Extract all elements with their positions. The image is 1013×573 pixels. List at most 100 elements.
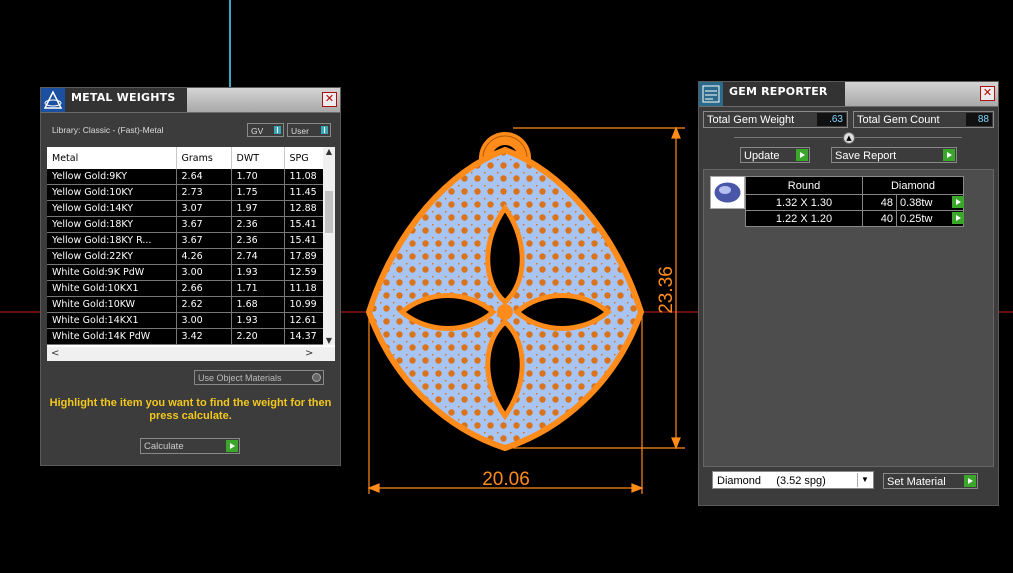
- play-icon[interactable]: [952, 212, 964, 224]
- user-label: User: [291, 126, 309, 136]
- table-cell: White Gold:14K PdW: [47, 328, 177, 345]
- scroll-up-icon[interactable]: ▲: [323, 147, 335, 156]
- total-gem-count-field: Total Gem Count 88: [853, 111, 994, 128]
- column-header[interactable]: DWT: [231, 147, 285, 169]
- table-cell: 3.42: [176, 328, 232, 345]
- table-row[interactable]: White Gold:10KX1 2.66 1.71 11.18: [47, 280, 324, 297]
- total-gem-weight-field: Total Gem Weight .63: [703, 111, 848, 128]
- material-select-value: Diamond (3.52 spg): [717, 475, 826, 487]
- use-object-materials-toggle[interactable]: Use Object Materials: [194, 370, 324, 385]
- gv-label: GV: [251, 126, 264, 136]
- table-cell: White Gold:9K PdW: [47, 264, 177, 281]
- play-icon: [943, 149, 955, 161]
- gem-material-header: Diamond: [862, 176, 964, 195]
- pendant-body: [365, 146, 645, 452]
- table-row[interactable]: White Gold:14K PdW 3.42 2.20 14.37: [47, 328, 324, 345]
- gem-reporter-title: GEM REPORTER: [729, 85, 828, 98]
- set-material-label: Set Material: [887, 476, 946, 488]
- save-report-button[interactable]: Save Report: [831, 147, 957, 163]
- gem-size: 1.32 X 1.30: [745, 194, 863, 211]
- table-row[interactable]: Yellow Gold:14KY 3.07 1.97 12.88: [47, 200, 324, 217]
- gem-reporter-panel: GEM REPORTER ✕ Total Gem Weight .63 Tota…: [698, 81, 999, 506]
- table-cell: White Gold:10KX1: [47, 280, 177, 297]
- save-report-label: Save Report: [835, 150, 897, 162]
- gv-toggle[interactable]: GV: [247, 123, 284, 137]
- scroll-down-icon[interactable]: ▼: [323, 336, 335, 345]
- table-cell: 1.71: [231, 280, 285, 297]
- scroll-right-icon[interactable]: >: [305, 348, 313, 359]
- table-cell: 1.93: [231, 312, 285, 329]
- column-header[interactable]: Grams: [176, 147, 232, 169]
- table-cell: 2.20: [231, 328, 285, 345]
- height-dimension-label: 23.36: [656, 266, 677, 314]
- metal-grid: Metal Grams DWT SPG Yellow Gold:9KY 2.64 1.70…: [47, 147, 324, 345]
- table-cell: 1.70: [231, 169, 285, 185]
- play-icon: [964, 475, 976, 487]
- table-row[interactable]: Yellow Gold:18KY 3.67 2.36 15.41: [47, 216, 324, 233]
- column-header[interactable]: SPG: [284, 147, 324, 169]
- calculate-label: Calculate: [144, 441, 184, 452]
- scroll-thumb[interactable]: [325, 191, 333, 233]
- table-row[interactable]: White Gold:14KX1 3.00 1.93 12.61: [47, 312, 324, 329]
- gem-weight: 0.25tw: [900, 212, 933, 225]
- total-gem-weight-value: .63: [817, 113, 846, 126]
- play-icon: [226, 440, 238, 452]
- table-cell: 3.07: [176, 200, 232, 217]
- table-cell: Yellow Gold:22KY: [47, 248, 177, 265]
- table-cell: Yellow Gold:14KY: [47, 200, 177, 217]
- table-cell: 3.67: [176, 232, 232, 249]
- metal-table-hscroll[interactable]: < >: [47, 347, 335, 361]
- metal-weights-titlebar[interactable]: METAL WEIGHTS ✕: [41, 88, 340, 113]
- use-object-materials-label: Use Object Materials: [198, 373, 282, 383]
- table-row[interactable]: Yellow Gold:18KY R... 3.67 2.36 15.41: [47, 232, 324, 249]
- round-gem-icon[interactable]: [710, 176, 745, 209]
- table-cell: 1.93: [231, 264, 285, 281]
- metal-table-vscroll[interactable]: ▲ ▼: [323, 147, 335, 345]
- table-cell: Yellow Gold:18KY: [47, 216, 177, 233]
- gem-weight-cell: 0.25tw: [896, 210, 964, 227]
- radio-icon: [312, 373, 321, 382]
- scroll-left-icon[interactable]: <: [51, 348, 59, 359]
- gem-count: 48: [862, 194, 897, 211]
- table-cell: 12.88: [284, 200, 324, 217]
- table-cell: 1.97: [231, 200, 285, 217]
- close-icon[interactable]: ✕: [980, 86, 995, 101]
- user-toggle[interactable]: User: [287, 123, 331, 137]
- table-cell: 2.62: [176, 296, 232, 313]
- metal-weights-icon: [41, 88, 65, 112]
- table-cell: 17.89: [284, 248, 324, 265]
- gem-list[interactable]: Round Diamond 1.32 X 1.30 48 0.38tw 1.22 X …: [703, 169, 994, 467]
- metal-table[interactable]: Metal Grams DWT SPG Yellow Gold:9KY 2.64 1.70…: [47, 147, 335, 361]
- gem-row[interactable]: 1.22 X 1.20 40 0.25tw: [745, 210, 964, 227]
- table-cell: 2.73: [176, 184, 232, 201]
- gem-reporter-titlebar[interactable]: GEM REPORTER ✕: [699, 82, 998, 107]
- close-icon[interactable]: ✕: [322, 92, 337, 107]
- play-icon[interactable]: [952, 196, 964, 208]
- table-cell: 4.26: [176, 248, 232, 265]
- table-cell: 2.36: [231, 232, 285, 249]
- table-row[interactable]: Yellow Gold:9KY 2.64 1.70 11.08: [47, 169, 324, 185]
- table-cell: 10.99: [284, 296, 324, 313]
- collapse-up-icon[interactable]: ▲: [843, 132, 855, 144]
- table-row[interactable]: Yellow Gold:10KY 2.73 1.75 11.45: [47, 184, 324, 201]
- gem-weight-cell: 0.38tw: [896, 194, 964, 211]
- calculate-button[interactable]: Calculate: [140, 438, 240, 454]
- table-cell: 3.00: [176, 264, 232, 281]
- total-gem-count-value: 88: [966, 113, 992, 126]
- table-row[interactable]: White Gold:9K PdW 3.00 1.93 12.59: [47, 264, 324, 281]
- total-gem-count-label: Total Gem Count: [857, 114, 940, 126]
- table-row[interactable]: White Gold:10KW 2.62 1.68 10.99: [47, 296, 324, 313]
- total-gem-weight-label: Total Gem Weight: [707, 114, 795, 126]
- gem-row[interactable]: 1.32 X 1.30 48 0.38tw: [745, 194, 964, 211]
- gem-count: 40: [862, 210, 897, 227]
- material-select[interactable]: Diamond (3.52 spg) ▼: [712, 471, 874, 489]
- update-button[interactable]: Update: [740, 147, 810, 163]
- table-cell: 11.45: [284, 184, 324, 201]
- table-row[interactable]: Yellow Gold:22KY 4.26 2.74 17.89: [47, 248, 324, 265]
- table-cell: White Gold:14KX1: [47, 312, 177, 329]
- column-header[interactable]: Metal: [47, 147, 177, 169]
- table-cell: Yellow Gold:18KY R...: [47, 232, 177, 249]
- set-material-button[interactable]: Set Material: [883, 473, 978, 489]
- table-cell: 2.74: [231, 248, 285, 265]
- chevron-down-icon[interactable]: ▼: [857, 473, 872, 487]
